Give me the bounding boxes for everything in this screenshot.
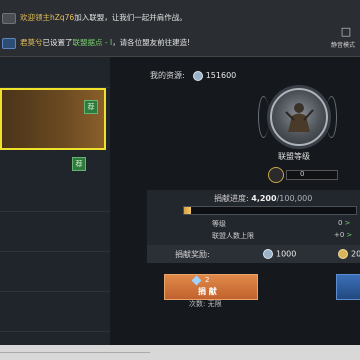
selected-alliance-card[interactable]: 荐 — [0, 88, 106, 150]
reward-label: 捐献奖励: — [175, 250, 210, 259]
warrior-icon — [285, 103, 314, 132]
reward-honor: 20 — [338, 249, 360, 259]
donate-button-premium[interactable] — [336, 274, 360, 300]
chat-message-welcome: 欢迎领主hZq76加入联盟，让我们一起并肩作战。 — [0, 12, 250, 24]
page-footer — [0, 345, 360, 360]
chat-channel-icon — [2, 37, 16, 49]
stat-level-value: 0 > — [338, 219, 351, 227]
chat-message-announcement: 君莫兮已设置了联盟据点 - I，请各位盟友前往建造! — [0, 37, 250, 49]
mute-mode-button[interactable]: □ 静音模式 — [331, 25, 358, 54]
list-item[interactable] — [0, 57, 110, 88]
gem-icon — [191, 275, 202, 286]
stronghold-link[interactable]: 联盟据点 - I — [73, 38, 113, 47]
honor-coin-icon — [338, 249, 348, 259]
chat-channel-icon — [2, 12, 16, 24]
list-item[interactable] — [0, 211, 110, 252]
list-item[interactable] — [0, 251, 110, 292]
speaker-icon: □ — [340, 25, 352, 38]
alliance-level-bar — [286, 170, 338, 180]
list-item[interactable] — [0, 291, 110, 332]
silver-coin-icon — [263, 249, 273, 259]
stat-level-label: 等级 — [212, 220, 226, 228]
alliance-emblem[interactable] — [270, 88, 328, 146]
silver-coin-icon — [192, 70, 203, 81]
donate-button[interactable]: 2 捐 献 — [164, 274, 258, 300]
reward-silver: 1000 — [263, 249, 296, 259]
footer-divider — [0, 352, 150, 353]
recommend-badge: 荐 — [84, 100, 98, 114]
stat-member-cap-label: 联盟人数上限 — [212, 232, 254, 240]
level-medal-icon — [268, 167, 284, 183]
contribution-progress-bar — [183, 206, 357, 215]
emblem-frame-left — [258, 96, 269, 138]
list-item[interactable]: 荐 — [0, 151, 110, 212]
alliance-level-title: 联盟等级 — [278, 152, 310, 161]
donate-times-label: 次数: 无限 — [189, 300, 222, 308]
chat-banner: 欢迎领主hZq76加入联盟，让我们一起并肩作战。 君莫兮已设置了联盟据点 - I… — [0, 0, 360, 57]
recommend-badge: 荐 — [72, 157, 86, 171]
stat-member-cap-value: +0 > — [334, 231, 353, 239]
contribution-progress-label: 捐献进度: 4,200/100,000 — [214, 194, 313, 203]
alliance-level-value: 0 — [300, 170, 305, 178]
my-resources: 我的资源: 151600 — [150, 70, 237, 81]
contribution-progress-fill — [184, 207, 192, 214]
